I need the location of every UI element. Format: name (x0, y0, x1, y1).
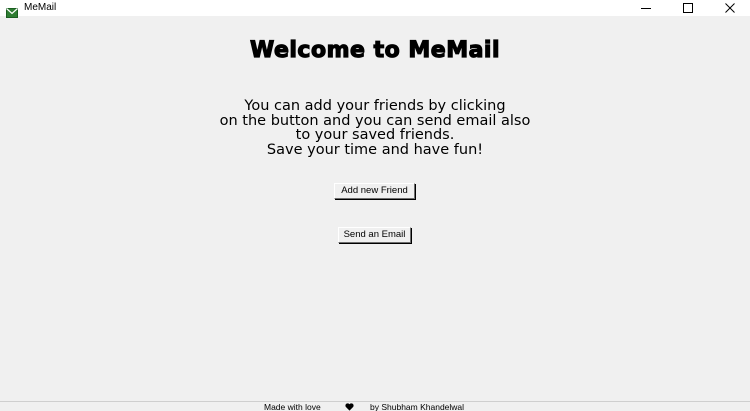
footer-made-with: Made with love (264, 402, 321, 411)
maximize-button[interactable] (674, 0, 702, 16)
title-bar[interactable]: MeMail (0, 0, 750, 18)
app-window: MeMail Welcome to MeMail You can add you… (0, 0, 750, 411)
footer-author: by Shubham Khandelwal (370, 402, 465, 411)
minimize-icon (641, 8, 651, 9)
minimize-button[interactable] (632, 0, 660, 16)
heart-icon (345, 403, 354, 411)
footer: Made with love by Shubham Khandelwal (0, 401, 750, 411)
welcome-heading: Welcome to MeMail (249, 37, 501, 63)
intro-line: on the button and you can send email als… (219, 112, 531, 129)
intro-line: You can add your friends by clicking (244, 98, 506, 114)
mail-icon (6, 3, 18, 18)
intro-line: Save your time and have fun! (266, 141, 484, 158)
send-email-button[interactable]: Send an Email (338, 227, 411, 243)
close-button[interactable] (716, 0, 744, 16)
maximize-icon (683, 3, 693, 13)
add-friend-button[interactable]: Add new Friend (334, 183, 415, 199)
intro-line: to your saved friends. (295, 127, 455, 143)
intro-text: You can add your friends by clicking on … (0, 99, 750, 157)
window-title: MeMail (24, 2, 57, 13)
close-icon (725, 3, 735, 13)
